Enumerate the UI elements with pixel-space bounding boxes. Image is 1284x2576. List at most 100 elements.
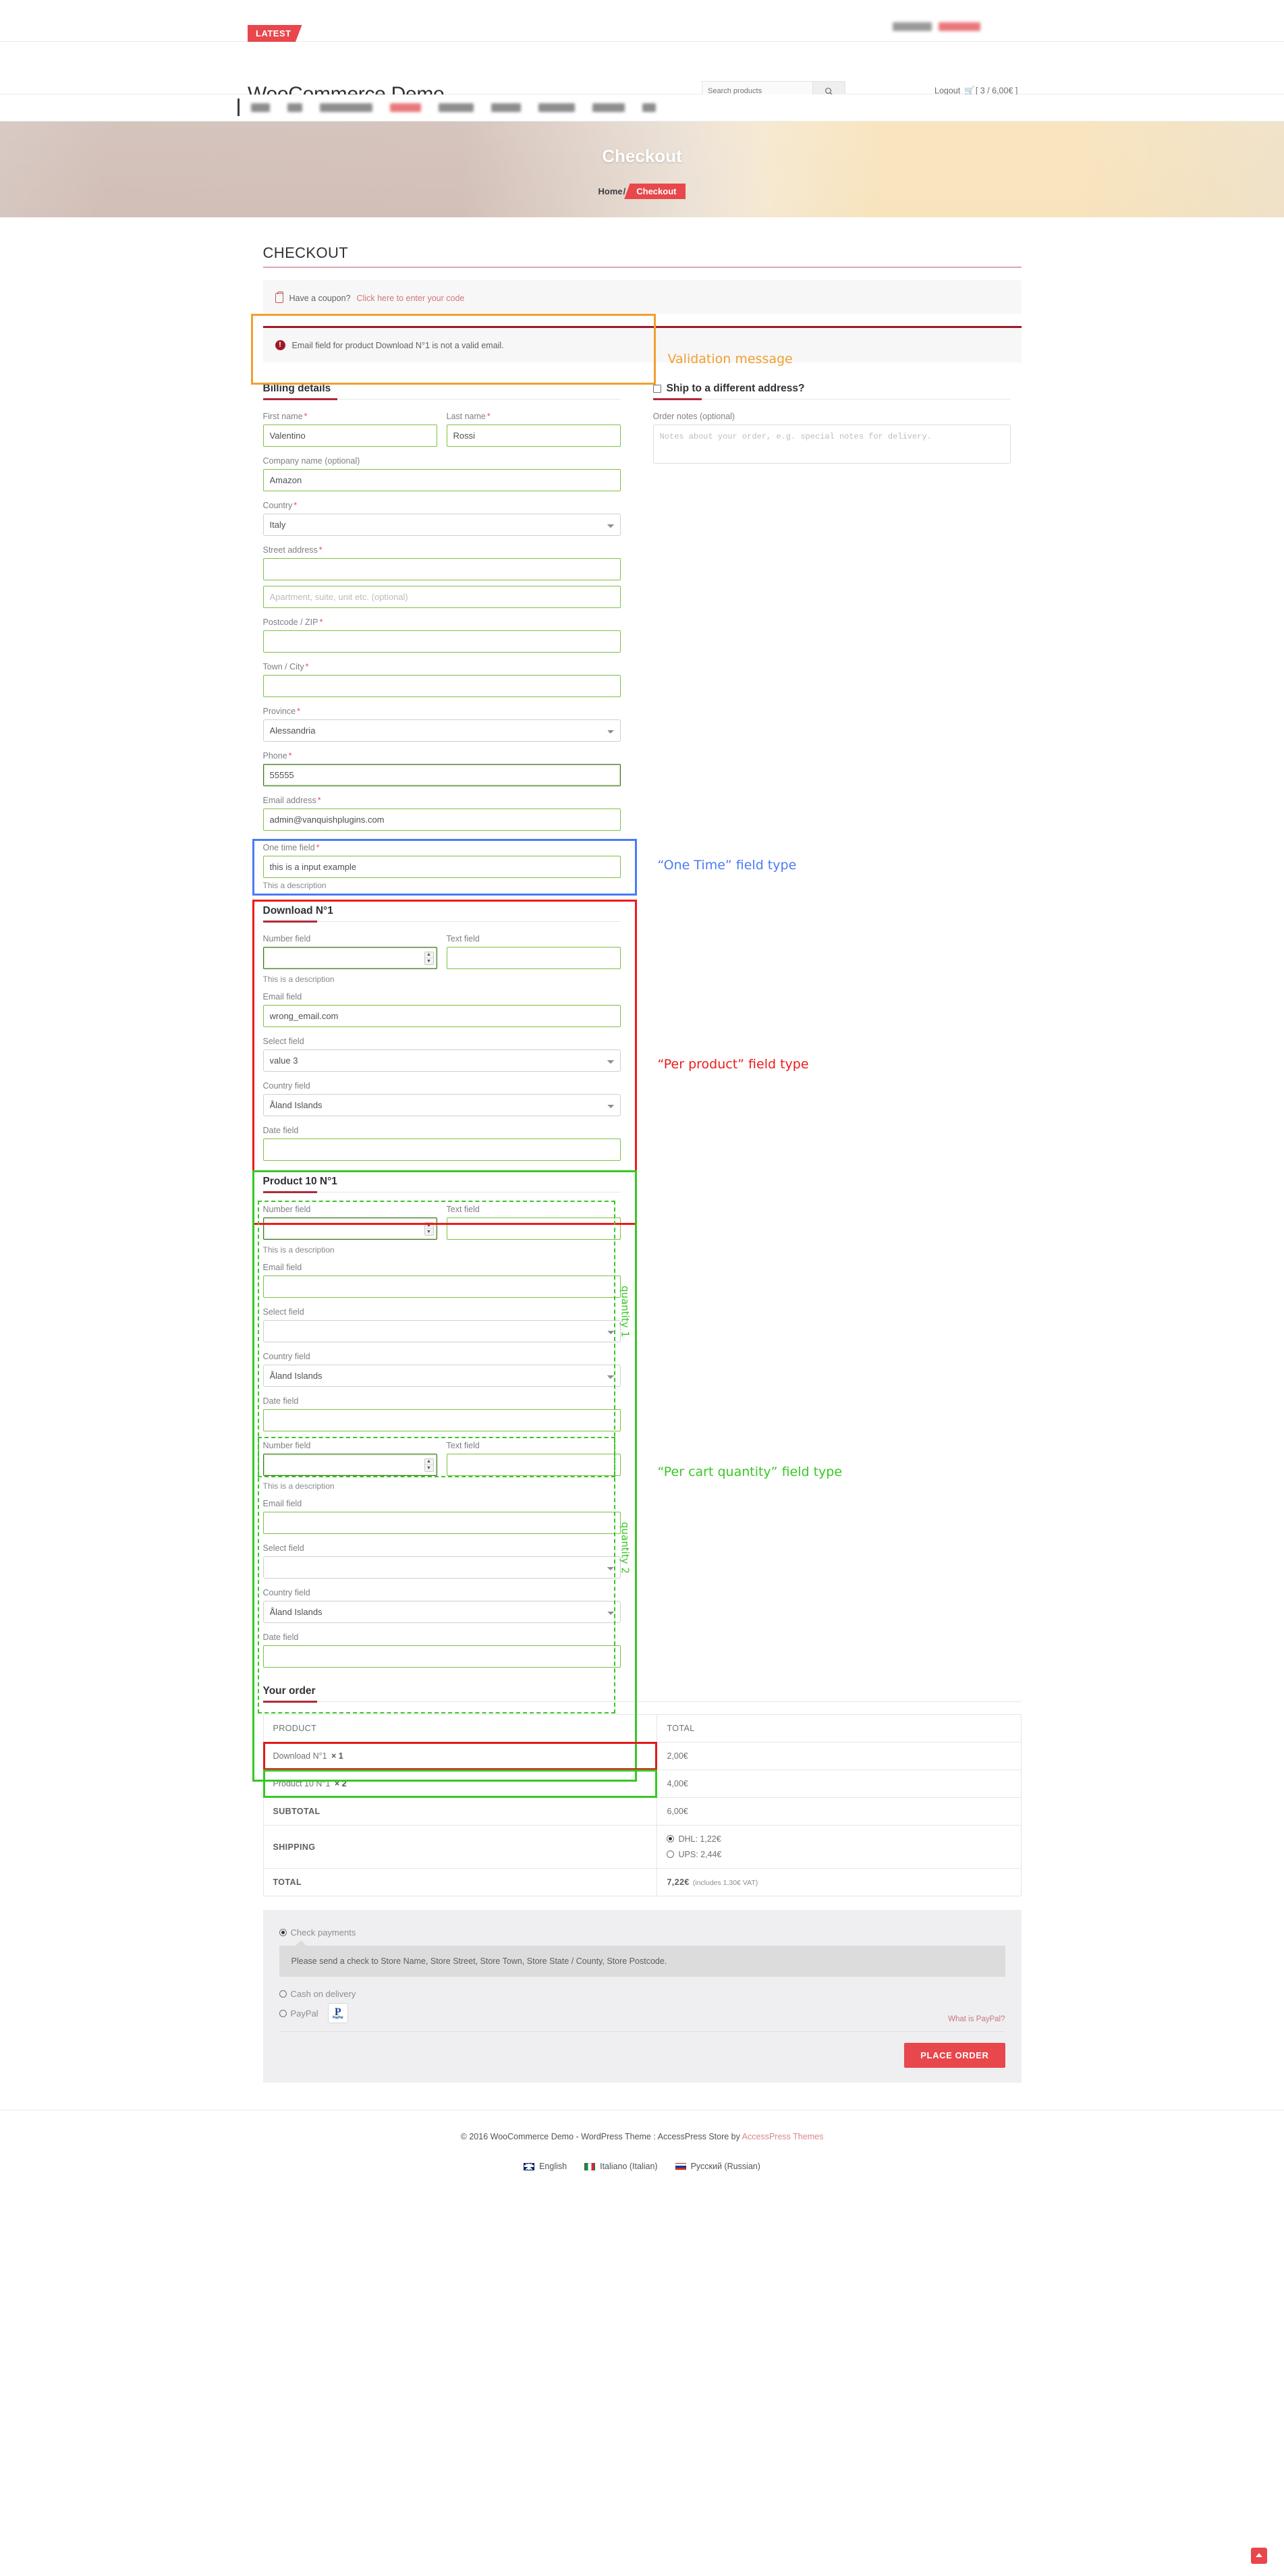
what-is-paypal-link[interactable]: What is PayPal? [948,2015,1005,2023]
q1-select-label: Select field [262,1307,304,1317]
nav-item-8[interactable] [592,103,625,112]
q2-select-input[interactable] [262,1556,621,1579]
number-spinner-icon[interactable]: ▲ ▼ [424,1458,434,1472]
radio-ups-icon[interactable] [667,1851,675,1858]
q1-email-field: Email field [262,1263,621,1298]
payment-option-check[interactable]: Check payments [279,1927,1005,1938]
download-text-input[interactable] [446,947,621,969]
street-address-2-input[interactable] [262,586,621,608]
download-number-text-row: Number field ▲ ▼ Text field [262,934,621,972]
table-row: SHIPPING DHL: 1,22€ UPS: 2,44€ [263,1825,1021,1869]
topbar-link-blurred-2[interactable] [939,22,980,31]
download-country-input[interactable]: Åland Islands [262,1094,621,1116]
radio-paypal-icon[interactable] [279,2009,287,2017]
q2-text-input[interactable] [446,1454,621,1476]
language-switcher: English Italiano (Italian) Русский (Russ… [0,2162,1284,2171]
shipping-option-ups[interactable]: UPS: 2,44€ [667,1850,1011,1859]
q2-date-input[interactable] [262,1645,621,1668]
breadcrumb-home[interactable]: Home [598,186,623,196]
city-input[interactable] [262,675,621,697]
province-label: Province * [262,707,301,716]
place-order-button[interactable]: PLACE ORDER [904,2043,1005,2068]
phone-input[interactable] [262,764,621,786]
download-number-description: This is a description [262,975,335,984]
q2-country-input[interactable]: Åland Islands [262,1601,621,1623]
q1-number-input[interactable] [262,1217,437,1240]
nav-item-5[interactable] [439,103,474,112]
coupon-text: Have a coupon? [289,293,351,303]
download-select-input[interactable]: value 3 [262,1049,621,1072]
q2-text-label: Text field [446,1441,480,1450]
language-russian[interactable]: Русский (Russian) [675,2162,760,2171]
radio-check-payments-icon[interactable] [279,1929,287,1936]
number-spinner-icon[interactable]: ▲ ▼ [424,951,434,965]
company-input[interactable] [262,469,621,491]
q1-text-input[interactable] [446,1217,621,1240]
last-name-input[interactable] [446,424,621,447]
accesspress-themes-link[interactable]: AccessPress Themes [742,2132,824,2141]
postcode-input[interactable] [262,630,621,653]
number-spinner-icon[interactable]: ▲ ▼ [424,1222,434,1236]
required-marker: * [318,545,323,555]
q2-email-input[interactable] [262,1512,621,1534]
download-number-wrap: ▲ ▼ [262,947,437,969]
scroll-to-top-button[interactable] [1251,2548,1267,2564]
download-text-label: Text field [446,934,480,943]
nav-item-6[interactable] [491,103,521,112]
q1-country-input[interactable]: Åland Islands [262,1365,621,1387]
q2-number-input[interactable] [262,1454,437,1476]
coupon-notice: Have a coupon? Click here to enter your … [262,280,1022,314]
radio-cash-on-delivery-icon[interactable] [279,1990,287,1998]
table-row: SUBTOTAL 6,00€ [263,1797,1021,1826]
shipping-option-dhl[interactable]: DHL: 1,22€ [667,1834,1011,1844]
nav-item-7[interactable] [538,103,575,112]
page-title-hero: Checkout [602,146,682,166]
download-email-input[interactable] [262,1005,621,1027]
street-address-input[interactable] [262,558,621,580]
q2-email-field: Email field [262,1499,621,1534]
site-header: WooCommerce Demo Logout🛒[ 3 / 6,00€ ] [0,42,1284,105]
language-english[interactable]: English [524,2162,567,2171]
topbar-link-blurred-1[interactable] [893,22,932,31]
q1-select-input[interactable] [262,1320,621,1342]
table-row: Download N°1 × 1 2,00€ [262,1742,1021,1770]
order-notes-label: Order notes (optional) [652,412,735,421]
country-select[interactable]: Italy [262,514,621,536]
quantity-1-group: quantity 1 Number field ▲ ▼ Text field T… [257,1201,632,1477]
download-date-input[interactable] [262,1139,621,1161]
q1-date-input[interactable] [262,1409,621,1431]
download-number-input[interactable] [262,947,437,969]
required-marker: * [319,618,323,627]
language-italian[interactable]: Italiano (Italian) [584,2162,658,2171]
subtotal-value: 6,00€ [657,1797,1021,1826]
email-input[interactable] [262,809,621,831]
q2-date-label: Date field [262,1633,299,1642]
nav-item-9[interactable] [642,103,656,112]
q1-email-input[interactable] [262,1276,621,1298]
nav-item-1[interactable] [251,103,270,112]
province-select[interactable]: Alessandria [262,719,621,742]
first-name-input[interactable] [262,424,437,447]
order-review-table: PRODUCT TOTAL Download N°1 × 1 2,00€ Pro… [262,1714,1022,1896]
nav-item-2[interactable] [287,103,302,112]
nav-item-3[interactable] [320,103,372,112]
radio-dhl-icon[interactable] [667,1835,675,1842]
main-content: CHECKOUT Have a coupon? Click here to en… [0,217,1284,2110]
payment-separator [279,2031,1005,2032]
ship-different-address-title: Ship to a different address? [652,383,1011,395]
nav-item-4-active[interactable] [390,103,421,112]
required-marker: * [305,662,309,672]
billing-details-title: Billing details [262,383,331,394]
order-notes-textarea[interactable] [652,424,1011,464]
payment-option-paypal[interactable]: PayPal P PayPal What is PayPal? [279,2003,1005,2023]
ship-different-address-checkbox[interactable] [652,385,661,393]
copyright: © 2016 WooCommerce Demo - WordPress Them… [0,2132,1284,2141]
per-product-section: “Per product” field type Download N°1 Nu… [252,900,809,1225]
one-time-input[interactable] [262,856,621,878]
payment-option-cod[interactable]: Cash on delivery [279,1989,1005,1999]
q1-select-field: Select field [262,1307,621,1342]
total-vat-note: (includes 1,30€ VAT) [692,1879,758,1887]
download-date-field: Date field [262,1126,621,1161]
order-item-1-name: Download N°1 [273,1751,327,1761]
coupon-link[interactable]: Click here to enter your code [357,294,465,303]
